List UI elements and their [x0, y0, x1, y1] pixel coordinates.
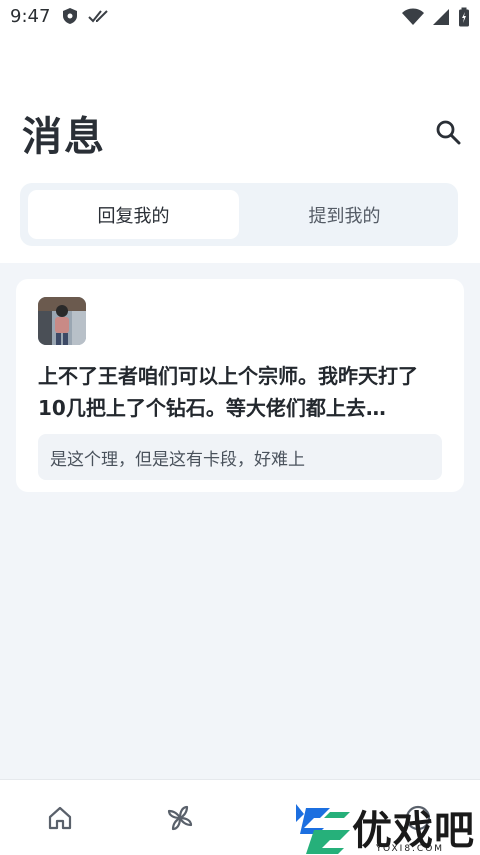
nav-discover[interactable] [164, 802, 196, 834]
status-time: 9:47 [10, 6, 51, 27]
double-check-icon [88, 8, 110, 29]
status-bar: 9:47 [0, 0, 480, 34]
status-icons-left [62, 7, 110, 30]
wifi-icon [402, 8, 424, 31]
tab-bar: 回复我的 提到我的 [20, 183, 458, 246]
pinwheel-icon [167, 805, 193, 831]
message-card[interactable]: 上不了王者咱们可以上个宗师。我昨天打了10几把上了个钻石。等大佬们都上去… 是这… [16, 279, 464, 492]
reply-quote: 是这个理，但是这有卡段，好难上 [38, 434, 442, 480]
battery-icon [458, 7, 470, 32]
signal-icon [432, 8, 450, 31]
status-icons-right [402, 7, 470, 32]
tab-replies[interactable]: 回复我的 [28, 190, 239, 239]
watermark-logo: 优戏吧 YOXI8.COM [290, 800, 480, 855]
message-text: 上不了王者咱们可以上个宗师。我昨天打了10几把上了个钻石。等大佬们都上去… [38, 364, 418, 420]
shield-icon [62, 7, 78, 30]
search-icon [436, 120, 461, 145]
nav-home[interactable] [44, 802, 76, 834]
tab-mentions[interactable]: 提到我的 [239, 190, 450, 239]
watermark-domain: YOXI8.COM [376, 844, 445, 854]
screen: 9:47 消息 回复我的 提到我的 上不了王者咱们可以上个宗师。我昨天打了10几… [0, 0, 480, 855]
home-icon [48, 806, 72, 830]
message-list: 上不了王者咱们可以上个宗师。我昨天打了10几把上了个钻石。等大佬们都上去… 是这… [0, 263, 480, 779]
reply-text: 是这个理，但是这有卡段，好难上 [50, 449, 305, 470]
avatar[interactable] [38, 297, 86, 345]
brand-logo-icon [296, 804, 350, 854]
page-title: 消息 [22, 114, 106, 160]
search-button[interactable] [430, 114, 466, 150]
